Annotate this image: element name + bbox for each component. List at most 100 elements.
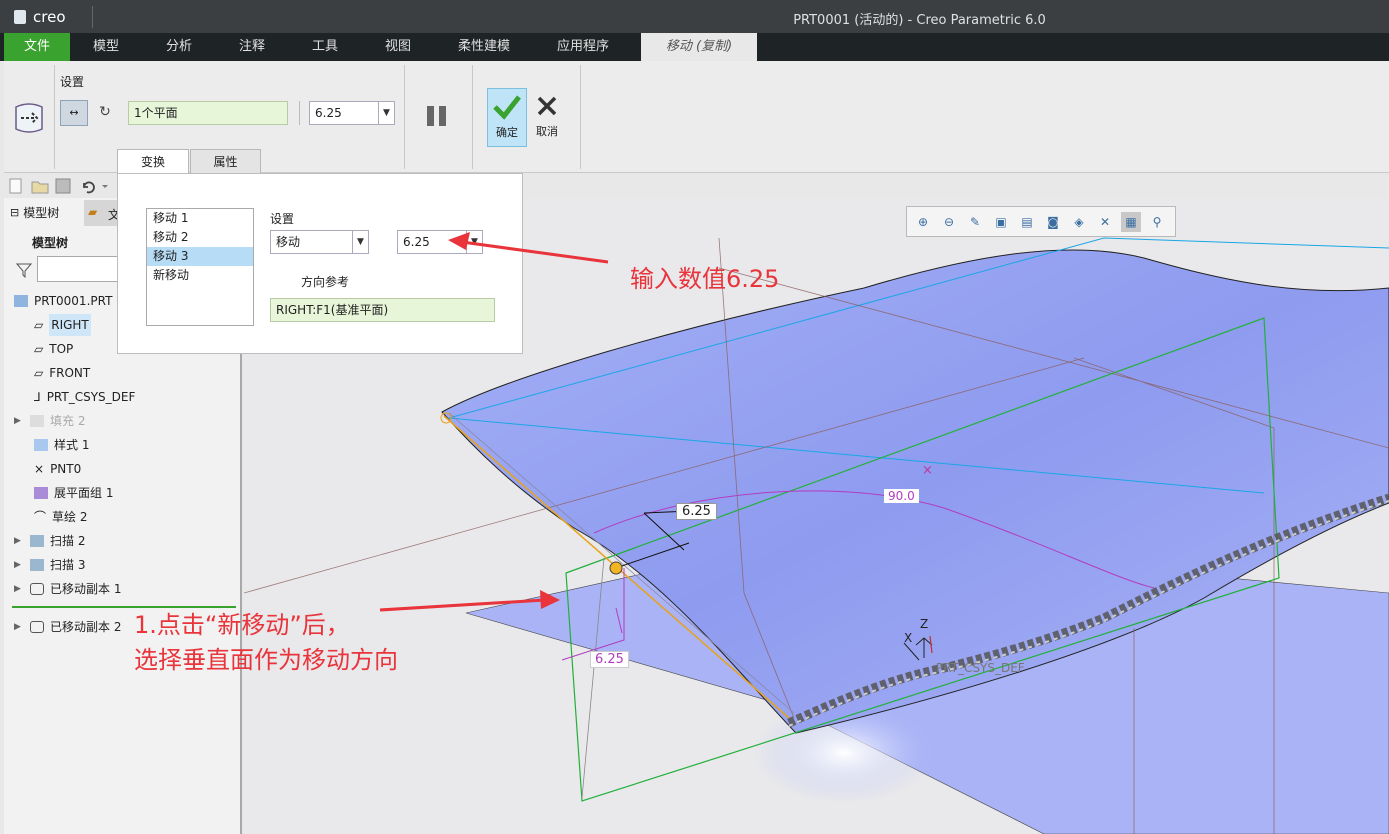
cancel-button[interactable]: 取消 — [531, 88, 563, 147]
distance-input[interactable]: 6.25 ▼ — [309, 101, 395, 125]
style-icon — [34, 439, 48, 451]
datum-plane-icon: ▱ — [34, 366, 44, 380]
tab-analysis[interactable]: 分析 — [143, 33, 215, 61]
annotation-step-2: 选择垂直面作为移动方向 — [134, 646, 398, 674]
reference-field[interactable]: 1个平面 — [128, 101, 288, 125]
tree-item-sweep-3[interactable]: ▶ 扫描 3 — [14, 554, 85, 576]
tab-model[interactable]: 模型 — [70, 33, 142, 61]
direction-reference-label: 方向参考 — [301, 275, 350, 289]
new-icon[interactable] — [9, 178, 22, 194]
tree-filter-input[interactable] — [37, 256, 121, 282]
save-icon[interactable] — [55, 178, 71, 194]
flatten-quilt-icon — [34, 487, 48, 499]
move-type-select[interactable]: 移动 ▼ — [270, 230, 369, 254]
expand-icon[interactable]: ▶ — [14, 530, 24, 552]
tree-item-csys[interactable]: ⅃ PRT_CSYS_DEF — [34, 386, 135, 408]
tree-item-flatten-quilt[interactable]: 展平面组 1 — [34, 482, 113, 504]
moved-copy-icon — [30, 583, 44, 595]
tab-properties[interactable]: 属性 — [190, 149, 261, 174]
tree-item-right[interactable]: ▱ RIGHT — [34, 314, 91, 336]
tree-item-moved-copy-2[interactable]: ▶ 已移动副本 2 — [14, 616, 121, 638]
tab-transform[interactable]: 变换 — [117, 149, 189, 174]
undo-icon[interactable] — [83, 181, 95, 194]
svg-text:×: × — [922, 463, 933, 478]
panel-settings-label: 设置 — [270, 212, 295, 226]
tab-applications[interactable]: 应用程序 — [540, 33, 626, 61]
chevron-down-icon[interactable] — [102, 185, 108, 188]
chevron-down-icon[interactable]: ▼ — [378, 102, 394, 124]
angle-label[interactable]: 90.0 — [884, 489, 919, 503]
panel-distance-input[interactable]: 6.25 ▼ — [397, 230, 483, 254]
open-icon[interactable] — [31, 181, 49, 194]
expand-icon[interactable]: ▶ — [14, 554, 24, 576]
tab-folder-browser[interactable]: ▰ 文 — [84, 200, 120, 226]
chevron-down-icon[interactable]: ▼ — [352, 231, 368, 253]
expand-icon[interactable]: ▶ — [14, 410, 24, 432]
tree-item-moved-copy-1[interactable]: ▶ 已移动副本 1 — [14, 578, 121, 600]
spin-center-icon[interactable]: ⚲ — [1147, 212, 1167, 232]
chevron-down-icon[interactable]: ▼ — [466, 231, 482, 253]
close-icon — [537, 96, 557, 116]
tree-item-style[interactable]: 样式 1 — [34, 434, 89, 456]
pause-icon — [427, 106, 446, 126]
tree-item-top[interactable]: ▱ TOP — [34, 338, 73, 360]
move-feature-icon — [15, 103, 43, 133]
tab-view[interactable]: 视图 — [362, 33, 434, 61]
tree-item-sketch[interactable]: ⌒ 草绘 2 — [34, 506, 87, 528]
translate-button[interactable]: ↔ — [60, 100, 88, 126]
title-bar: creo PRT0001 (活动的) - Creo Parametric 6.0 — [0, 0, 1389, 33]
rotate-button[interactable]: ↻ — [92, 100, 118, 126]
fill-icon — [30, 415, 44, 427]
tree-item-front[interactable]: ▱ FRONT — [34, 362, 90, 384]
list-item-move-3[interactable]: 移动 3 — [147, 247, 253, 266]
datum-plane-icon: ▱ — [34, 318, 44, 332]
direction-reference-field[interactable]: RIGHT:F1(基准平面) — [270, 298, 495, 322]
model-tree-header: 模型树 — [32, 236, 69, 250]
axis-x-label: X — [904, 631, 913, 645]
tab-tools[interactable]: 工具 — [289, 33, 361, 61]
display-style-icon[interactable]: ◙ — [1043, 212, 1063, 232]
ribbon-tabs: 文件 模型 分析 注释 工具 视图 柔性建模 应用程序 移动 (复制) — [0, 33, 1389, 61]
list-item-move-2[interactable]: 移动 2 — [147, 228, 253, 247]
saved-views-icon[interactable]: ▤ — [1017, 212, 1037, 232]
dimension-label-top[interactable]: 6.25 — [676, 503, 717, 520]
drag-handle[interactable] — [609, 561, 623, 575]
annotation-display-icon[interactable]: ▦ — [1121, 211, 1141, 232]
sketch-icon: ⌒ — [34, 510, 47, 524]
refit-icon[interactable]: ▣ — [991, 212, 1011, 232]
pause-button[interactable] — [426, 105, 448, 127]
tab-move-copy[interactable]: 移动 (复制) — [641, 33, 757, 61]
move-list[interactable]: 移动 1 移动 2 移动 3 新移动 — [146, 208, 254, 326]
transform-panel: 移动 1 移动 2 移动 3 新移动 设置 移动 ▼ 6.25 ▼ 方向参考 R… — [117, 173, 523, 354]
folder-icon: ▰ — [88, 205, 98, 219]
annotation-step-1: 1.点击“新移动”后， — [134, 611, 350, 639]
sweep-icon — [30, 559, 44, 571]
filter-icon[interactable] — [16, 262, 32, 278]
tree-icon: ⊟ — [10, 206, 20, 219]
quick-access-toolbar — [4, 174, 118, 198]
list-item-move-1[interactable]: 移动 1 — [147, 209, 253, 228]
tree-item-sweep-2[interactable]: ▶ 扫描 2 — [14, 530, 85, 552]
tab-flexible-modeling[interactable]: 柔性建模 — [440, 33, 528, 61]
list-item-new-move[interactable]: 新移动 — [147, 266, 253, 285]
part-icon — [14, 295, 28, 307]
tab-annotate[interactable]: 注释 — [216, 33, 288, 61]
view-manager-icon[interactable]: ◈ — [1069, 212, 1089, 232]
view-toolbar: ⊕ ⊖ ✎ ▣ ▤ ◙ ◈ ✕ ▦ ⚲ — [906, 206, 1176, 237]
tree-item-point[interactable]: × PNT0 — [34, 458, 81, 480]
zoom-in-icon[interactable]: ⊕ — [913, 212, 933, 232]
datum-display-icon[interactable]: ✕ — [1095, 212, 1115, 232]
tab-model-tree[interactable]: ⊟ 模型树 — [10, 204, 59, 221]
tree-item-fill[interactable]: ▶ 填充 2 — [14, 410, 85, 432]
axis-z-label: Z — [920, 617, 929, 631]
repaint-icon[interactable]: ✎ — [965, 212, 985, 232]
csys-label: PRT_CSYS_DEF — [936, 661, 1025, 675]
confirm-button[interactable]: 确定 — [487, 88, 527, 147]
tree-item-part[interactable]: PRT0001.PRT — [14, 290, 112, 312]
tab-file[interactable]: 文件 — [4, 33, 70, 61]
annotation-input-value: 输入数值6.25 — [630, 265, 780, 293]
dimension-label-bottom[interactable]: 6.25 — [590, 651, 629, 668]
expand-icon[interactable]: ▶ — [14, 616, 24, 638]
expand-icon[interactable]: ▶ — [14, 578, 24, 600]
zoom-out-icon[interactable]: ⊖ — [939, 212, 959, 232]
